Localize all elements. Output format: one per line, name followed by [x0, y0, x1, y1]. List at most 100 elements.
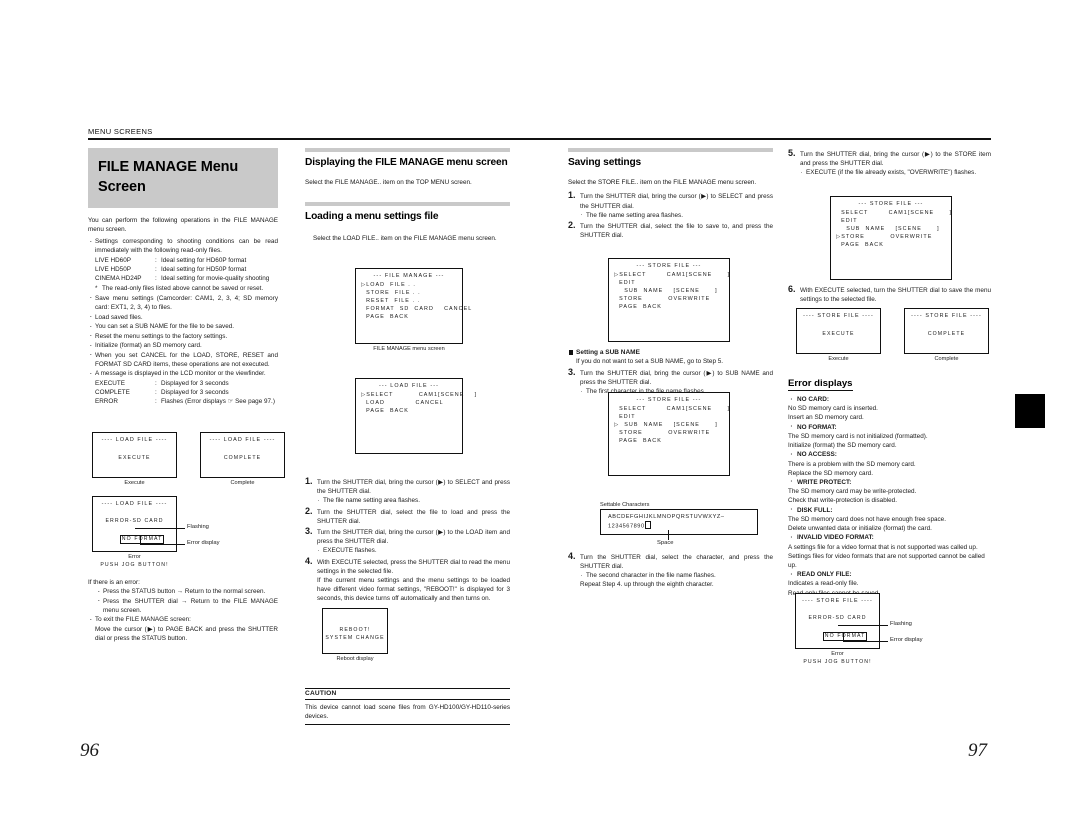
readonly-file-name: LIVE HD50P [95, 265, 131, 273]
step-item: 3. Turn the SHUTTER dial, bring the curs… [305, 526, 510, 555]
osd-title: --- LOAD FILE --- [378, 383, 440, 389]
error-help-heading: If there is an error: [88, 579, 140, 586]
figure-store-file-screen-2: --- STORE FILE --- SELECT CAM1[SCENE ] E… [608, 392, 730, 476]
osd-screen: REBOOT! SYSTEM CHANGE [322, 608, 388, 654]
leader-line-flashing [135, 528, 185, 529]
step-subnote: EXECUTE (if the file already exists, "OV… [800, 168, 991, 177]
message-name: EXECUTE [95, 379, 125, 387]
caution-rule-bottom [305, 723, 510, 725]
step-text: Turn the SHUTTER dial, bring the cursor … [580, 193, 773, 210]
osd-title: --- FILE MANAGE --- [373, 273, 445, 279]
list-item: Press the SHUTTER dial → Return to the F… [96, 596, 279, 615]
column-three: Saving settings Select the STORE FILE.. … [568, 148, 773, 243]
figure-caption: FILE MANAGE menu screen [373, 345, 445, 352]
step-text: Turn the SHUTTER dial, bring the cursor … [317, 529, 510, 546]
osd-screen: --- STORE FILE --- ▷SELECT CAM1[SCENE ] … [608, 258, 730, 342]
step-number: 2. [568, 219, 576, 230]
step-number: 6. [788, 283, 796, 294]
leader-line-error-v [140, 536, 141, 544]
figure-caption: Complete [934, 355, 959, 362]
osd-title: --- STORE FILE --- [858, 201, 924, 207]
figure-file-manage-screen: --- FILE MANAGE --- ▷LOAD FILE . . STORE… [355, 268, 473, 352]
step-number: 1. [568, 190, 576, 201]
osd-screen: --- LOAD FILE --- ▷SELECT CAM1[SCENE ] L… [355, 378, 476, 454]
osd-title: --- STORE FILE --- [636, 397, 702, 403]
osd-menu-line: EDIT [614, 280, 636, 287]
step-text: With EXECUTE selected, turn the SHUTTER … [800, 287, 991, 304]
figure-settable-characters: Settable Characters ABCDEFGHIJKLMNOPQRST… [600, 500, 758, 546]
column-left: FILE MANAGE Menu Screen You can perform … [88, 148, 278, 406]
subname-heading: Setting a SUB NAME [568, 348, 773, 357]
error-label: WRITE PROTECT: [788, 477, 991, 487]
step-item: 2. Turn the SHUTTER dial, select the fil… [305, 506, 510, 526]
osd-menu-line: PAGE BACK [361, 314, 409, 321]
osd-menu-line: FORMAT SD CARD CANCEL [361, 306, 473, 313]
error-text: Check that write-protection is disabled. [788, 497, 897, 505]
figure-caption: Reboot display [336, 655, 374, 662]
osd-reboot-line2: SYSTEM CHANGE [325, 634, 385, 641]
step-text: Turn the SHUTTER dial, bring the cursor … [800, 151, 991, 168]
osd-menu-line: SUB NAME [SCENE ] [614, 288, 718, 295]
caution-block: CAUTION This device cannot load scene fi… [305, 688, 510, 725]
error-label: NO ACCESS: [788, 450, 991, 460]
osd-error-line1: ERROR-SD CARD [105, 518, 164, 524]
osd-menu-line: RESET FILE . . [361, 298, 421, 305]
error-label: READ ONLY FILE: [788, 570, 991, 580]
column-four-step6: 6. With EXECUTE selected, turn the SHUTT… [788, 283, 991, 307]
list-item: To exit the FILE MANAGE screen: [88, 615, 278, 626]
osd-title: ---- STORE FILE ---- [802, 598, 873, 604]
step-subnote: The file name setting area flashes. [317, 496, 510, 505]
thumb-index-mark [1015, 394, 1045, 428]
leader-line-error [843, 641, 888, 642]
header-rule [88, 138, 991, 141]
readonly-file-row: LIVE HD60P : Ideal setting for HD60P for… [88, 256, 278, 265]
figure-store-file-screen-1: --- STORE FILE --- ▷SELECT CAM1[SCENE ] … [608, 258, 730, 342]
osd-menu-line: STORE OVERWRITE [614, 296, 711, 303]
callout-error-display: Error display [890, 637, 923, 643]
osd-menu-line: STORE FILE . . [361, 290, 421, 297]
callout-flashing: Flashing [890, 621, 912, 627]
osd-title: ---- LOAD FILE ---- [101, 501, 168, 507]
space-cursor [644, 521, 651, 529]
leader-line-flashing [838, 625, 888, 626]
osd-reboot-line1: REBOOT! [339, 627, 371, 633]
message-desc: Displayed for 3 seconds [161, 379, 229, 387]
list-item: Initialize (format) an SD memory card. [88, 341, 278, 352]
osd-screen: ---- LOAD FILE ---- COMPLETE [200, 432, 285, 478]
message-row: EXECUTE : Displayed for 3 seconds [88, 379, 278, 388]
error-label: INVALID VIDEO FORMAT: [788, 533, 991, 543]
section-heading-display: Displaying the FILE MANAGE menu screen [305, 157, 508, 168]
figure-caption: Error [128, 553, 141, 560]
step-number: 1. [305, 475, 313, 486]
column-four: 5. Turn the SHUTTER dial, bring the curs… [788, 148, 991, 180]
osd-menu-line: ▷LOAD FILE . . [361, 282, 416, 288]
error-text: Replace the SD memory card. [788, 469, 873, 477]
step-text: Turn the SHUTTER dial, bring the cursor … [317, 479, 510, 496]
osd-menu-line: PAGE BACK [614, 438, 662, 445]
list-item: Press the STATUS button → Return to the … [96, 586, 278, 597]
osd-error-line3: PUSH JOG BUTTON! [803, 659, 872, 666]
feature-list: Settings corresponding to shooting condi… [88, 236, 279, 255]
osd-error-line3: PUSH JOG BUTTON! [100, 562, 169, 569]
step-item: 1. Turn the SHUTTER dial, bring the curs… [568, 190, 773, 219]
step-item: 4. Turn the SHUTTER dial, select the cha… [568, 551, 773, 589]
figure-caption: Execute [124, 479, 145, 486]
settable-characters-label: Settable Characters [600, 501, 650, 508]
step-item: 1. Turn the SHUTTER dial, bring the curs… [305, 475, 510, 505]
osd-screen: --- STORE FILE --- SELECT CAM1[SCENE ] E… [608, 392, 730, 476]
step-number: 3. [305, 526, 313, 537]
section-heading-loading: Loading a menu settings file [305, 211, 439, 223]
message-row: ERROR : Flashes (Error displays ☞ See pa… [88, 397, 278, 406]
column-three-step4: 4. Turn the SHUTTER dial, select the cha… [568, 551, 773, 592]
osd-body: COMPLETE [223, 455, 262, 461]
page-number-right: 97 [968, 740, 987, 761]
figure-store-file-screen-3: --- STORE FILE --- SELECT CAM1[SCENE ] E… [830, 196, 952, 280]
error-text: Delete unwanted data or initialize (form… [788, 525, 932, 533]
figure-load-complete: ---- LOAD FILE ---- COMPLETE Complete [200, 432, 285, 486]
osd-error-line2: NO FORMAT [93, 527, 176, 552]
osd-error-highlight: NO FORMAT [119, 534, 165, 545]
message-name: ERROR [95, 398, 118, 406]
step-continuation: Repeat Step 4. up through the eighth cha… [580, 581, 714, 589]
readonly-file-desc: Ideal setting for HD50P format [161, 265, 247, 273]
error-displays-block: Error displays NO CARD: No SD memory car… [788, 373, 991, 598]
